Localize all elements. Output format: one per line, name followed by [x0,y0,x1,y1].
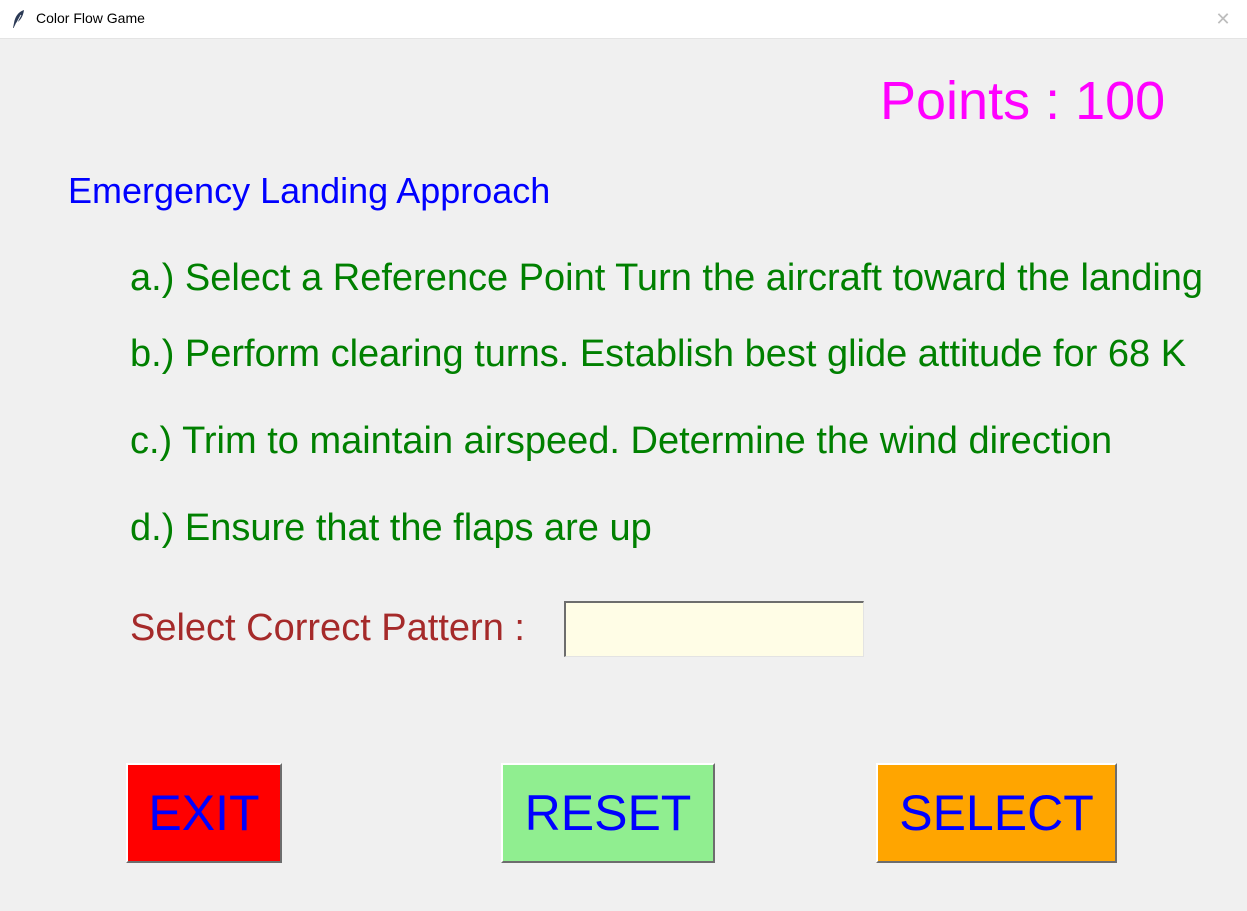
pattern-label: Select Correct Pattern : [130,607,525,649]
title-bar: Color Flow Game ✕ [0,0,1247,39]
select-button[interactable]: SELECT [876,763,1117,863]
game-window: Color Flow Game ✕ Points : 100 Emergency… [0,0,1247,911]
feather-icon [13,10,24,29]
game-content: Points : 100 Emergency Landing Approach … [0,39,1247,911]
procedure-title: Emergency Landing Approach [68,170,551,211]
step-c: c.) Trim to maintain airspeed. Determine… [130,420,1113,462]
window-title: Color Flow Game [36,10,145,26]
reset-button[interactable]: RESET [501,763,715,863]
step-a: a.) Select a Reference Point Turn the ai… [130,257,1204,299]
step-d: d.) Ensure that the flaps are up [130,507,652,549]
step-b: b.) Perform clearing turns. Establish be… [130,333,1187,375]
pattern-input[interactable] [564,601,864,657]
points-display: Points : 100 [880,71,1166,131]
close-icon[interactable]: ✕ [1213,9,1233,29]
exit-button[interactable]: EXIT [126,763,282,863]
